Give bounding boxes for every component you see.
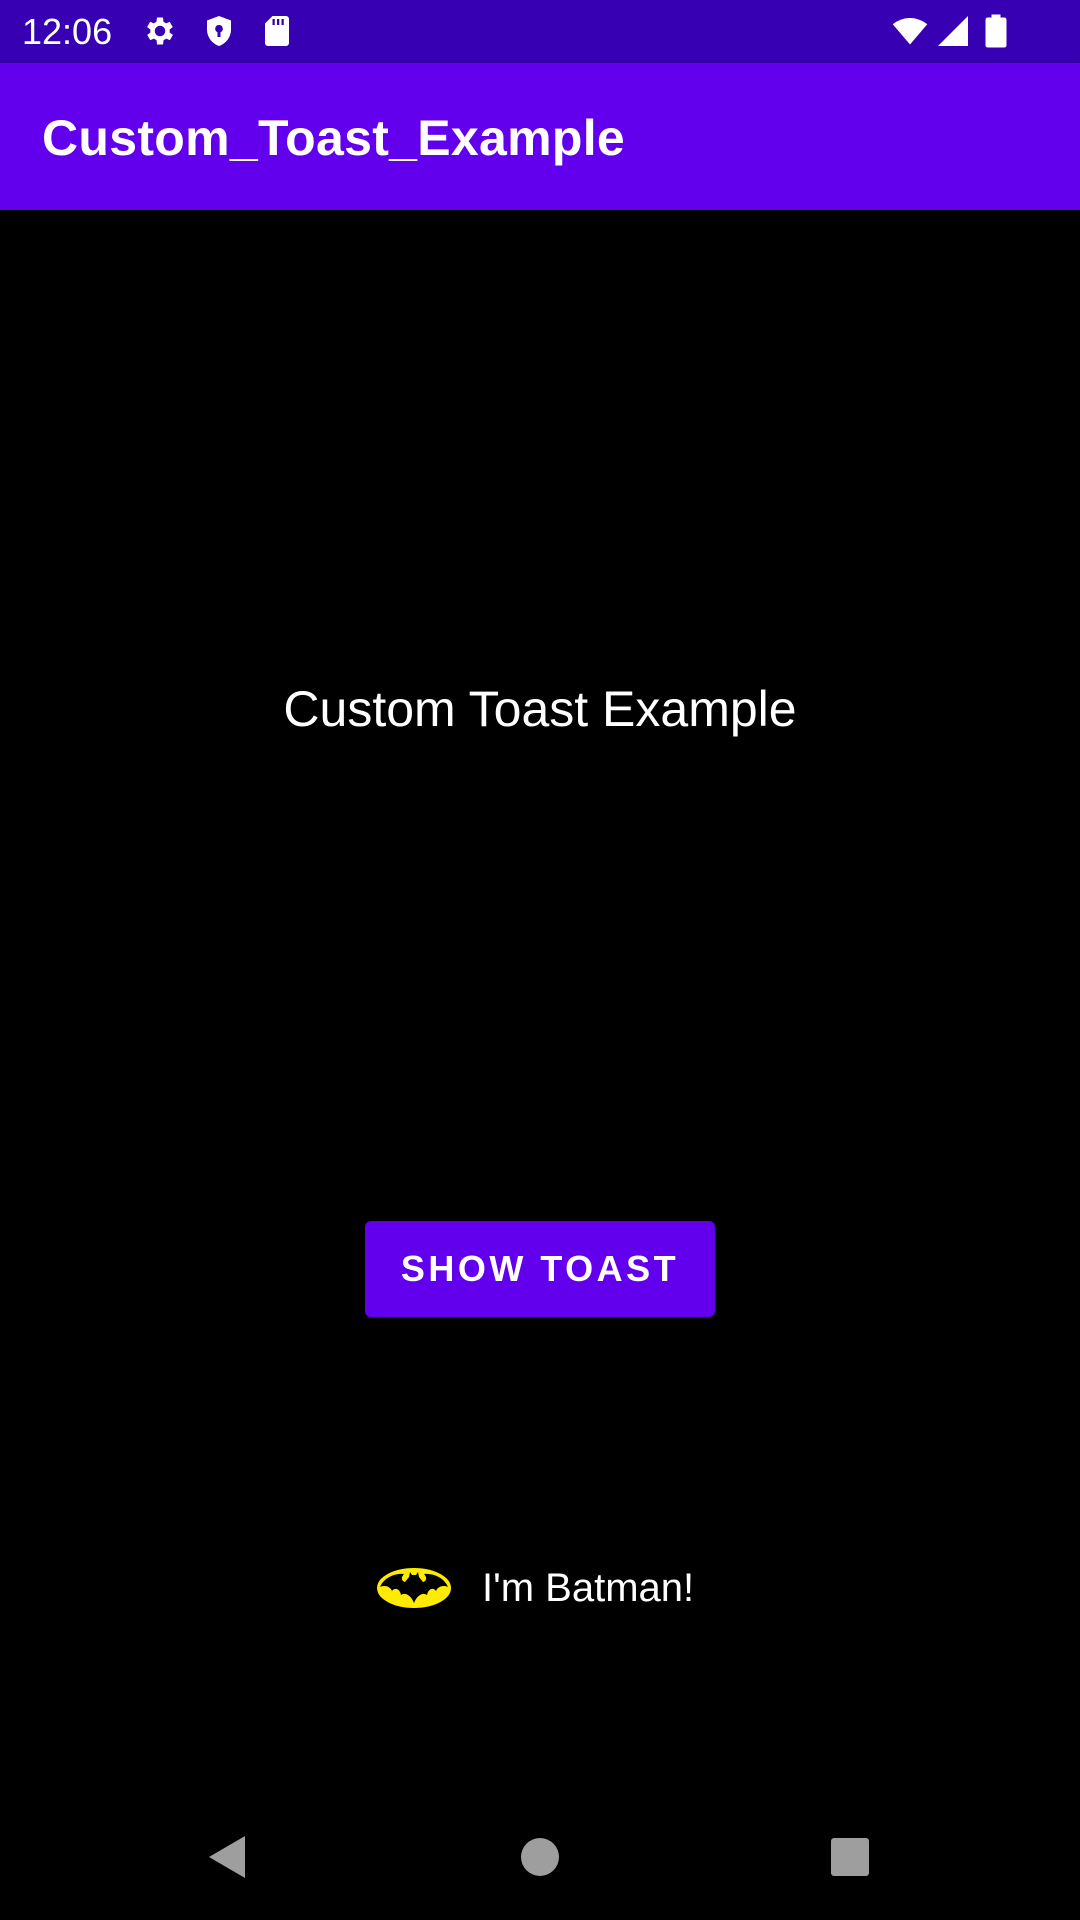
- shield-icon: [201, 13, 237, 49]
- sd-card-icon: [259, 13, 295, 49]
- recents-icon[interactable]: [817, 1824, 883, 1890]
- home-icon[interactable]: [507, 1824, 573, 1890]
- battery-icon: [983, 13, 1009, 49]
- signal-icon: [935, 13, 971, 49]
- nav-bar: [0, 1794, 1080, 1920]
- gear-icon: [142, 13, 178, 49]
- back-icon[interactable]: [193, 1824, 259, 1890]
- batman-logo-icon: [374, 1565, 454, 1611]
- app-bar: Custom_Toast_Example: [0, 63, 1080, 210]
- wifi-icon: [890, 13, 930, 49]
- main-heading: Custom Toast Example: [283, 681, 797, 737]
- app-title: Custom_Toast_Example: [42, 110, 626, 166]
- status-bar: 12:06: [0, 0, 1080, 63]
- show-toast-button[interactable]: SHOW TOAST: [365, 1221, 715, 1317]
- custom-toast: I'm Batman!: [374, 1558, 694, 1618]
- status-time: 12:06: [22, 11, 113, 52]
- toast-text: I'm Batman!: [482, 1566, 695, 1610]
- screen: 12:06 Custom_Toast_Example Custom Toast …: [0, 0, 1080, 1920]
